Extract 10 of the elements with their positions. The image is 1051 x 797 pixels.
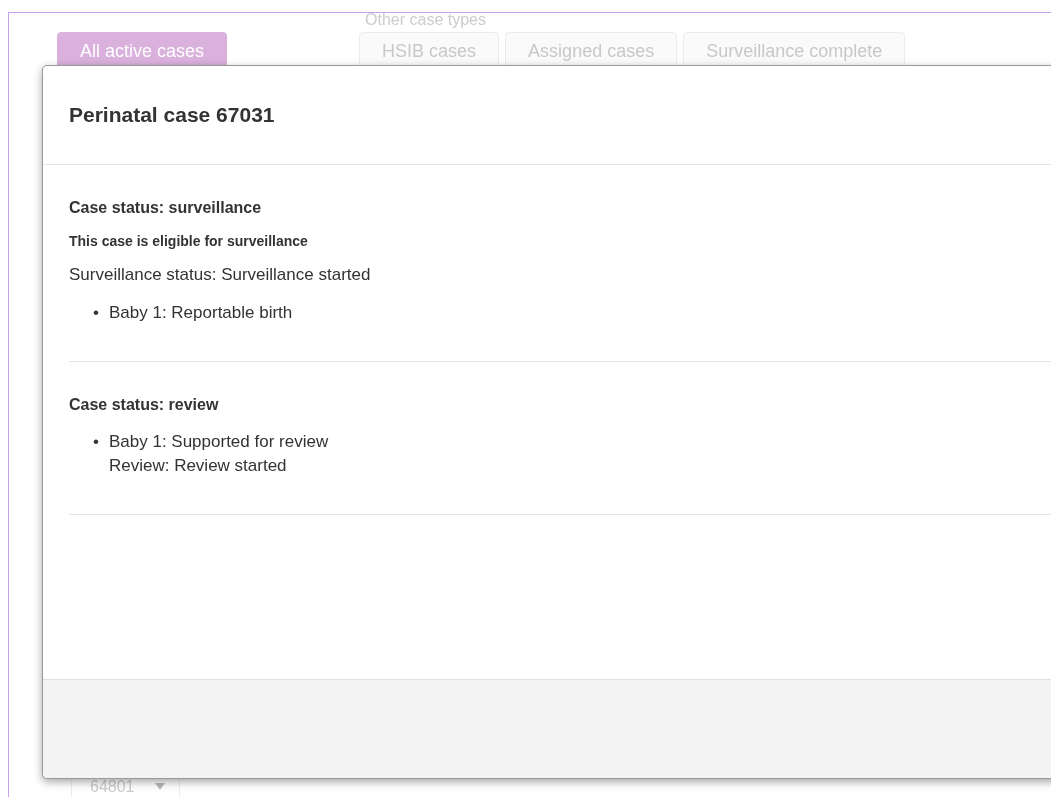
eligibility-note: This case is eligible for surveillance <box>69 233 309 249</box>
bullet: • <box>93 302 99 324</box>
status-item: Baby 1: Supported for review Review: Review started <box>108 431 329 477</box>
section-heading: Case status: surveillance <box>69 199 263 217</box>
section-heading: Case status: review <box>69 396 220 414</box>
modal-title: Perinatal case 67031 <box>69 103 275 127</box>
status-item: Baby 1: Reportable birth <box>108 302 293 324</box>
status-text: Surveillance status: Surveillance started <box>69 265 372 285</box>
bullet: • <box>93 431 99 453</box>
caret-icon <box>154 783 165 791</box>
